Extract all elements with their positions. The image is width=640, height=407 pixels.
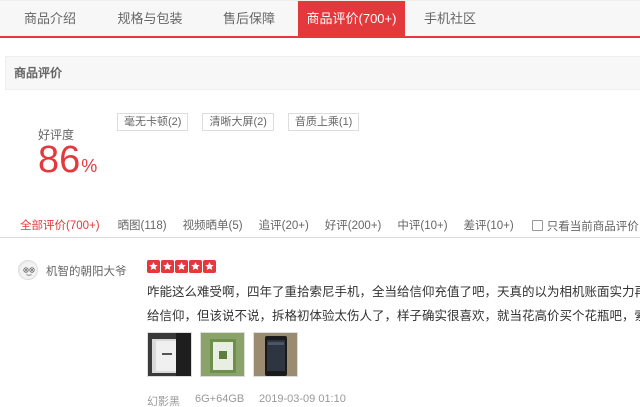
tag-sound-quality[interactable]: 音质上乘(1) — [287, 113, 360, 131]
only-current-label: 只看当前商品评价 — [546, 220, 639, 233]
filter-negative[interactable]: 差评(10+) — [456, 216, 522, 236]
avatar — [18, 260, 38, 280]
photo-thumbnail-icon — [201, 333, 244, 376]
tag-clear-screen[interactable]: 清晰大屏(2) — [202, 113, 274, 131]
review-text-line: 给信仰，但该说不说，拆格初体验太伤人了，样子确实很喜欢，就当花高价买个花瓶吧，索… — [147, 309, 640, 323]
review-photo[interactable] — [147, 332, 192, 377]
section-header: 商品评价 — [5, 56, 640, 90]
product-spec: 6G+64GB — [195, 393, 245, 405]
review-content: 咋能这么难受啊，四年了重拾索尼手机，全当给信仰充值了吧，天真的以为相机账面实力再… — [147, 280, 640, 328]
photo-thumbnail-icon — [254, 333, 297, 376]
filter-videos[interactable]: 视频晒单(5) — [175, 216, 251, 236]
rating-unit: % — [81, 156, 98, 176]
tab-after-sales[interactable]: 售后保障 — [200, 1, 298, 37]
review-date: 2019-03-09 01:10 — [259, 393, 346, 405]
review-photo[interactable] — [253, 332, 298, 377]
star-icon — [189, 260, 202, 273]
section-title: 商品评价 — [14, 66, 63, 80]
tab-reviews[interactable]: 商品评价(700+) — [298, 1, 405, 37]
star-icon — [203, 260, 216, 273]
star-icon — [175, 260, 188, 273]
photo-thumbnail-icon — [148, 333, 191, 376]
product-color: 幻影黑 — [147, 396, 180, 407]
star-rating — [147, 260, 217, 273]
filter-positive[interactable]: 好评(200+) — [317, 216, 390, 236]
review-tags: 毫无卡顿(2) 清晰大屏(2) 音质上乘(1) — [117, 113, 373, 131]
tab-specs-packaging[interactable]: 规格与包装 — [100, 1, 200, 37]
review-photo[interactable] — [200, 332, 245, 377]
rating-number: 86 — [38, 139, 81, 181]
tab-bar: 商品介绍 规格与包装 售后保障 商品评价(700+) 手机社区 — [0, 0, 640, 38]
review-photos — [147, 332, 306, 377]
filter-follow-up[interactable]: 追评(20+) — [251, 216, 317, 236]
reviewer-name: 机智的朝阳大爷 — [46, 266, 127, 278]
filter-photos[interactable]: 晒图(118) — [110, 216, 175, 236]
checkbox-icon[interactable] — [531, 220, 543, 231]
review-meta: 幻影黑 6G+64GB 2019-03-09 01:10 — [147, 393, 346, 407]
rating-value: 86% — [38, 140, 97, 186]
avatar-face-icon — [20, 262, 37, 279]
filter-all[interactable]: 全部评价(700+) — [0, 216, 110, 236]
tab-community[interactable]: 手机社区 — [405, 1, 495, 37]
star-icon — [161, 260, 174, 273]
tab-product-intro[interactable]: 商品介绍 — [0, 1, 100, 37]
only-current-toggle[interactable]: 只看当前商品评价 — [531, 218, 639, 234]
review-filter-bar: 全部评价(700+) 晒图(118) 视频晒单(5) 追评(20+) 好评(20… — [0, 214, 640, 238]
filter-neutral[interactable]: 中评(10+) — [389, 216, 455, 236]
review-text-line: 咋能这么难受啊，四年了重拾索尼手机，全当给信仰充值了吧，天真的以为相机账面实力再… — [147, 285, 640, 299]
tag-no-lag[interactable]: 毫无卡顿(2) — [117, 113, 189, 131]
star-icon — [147, 260, 160, 273]
